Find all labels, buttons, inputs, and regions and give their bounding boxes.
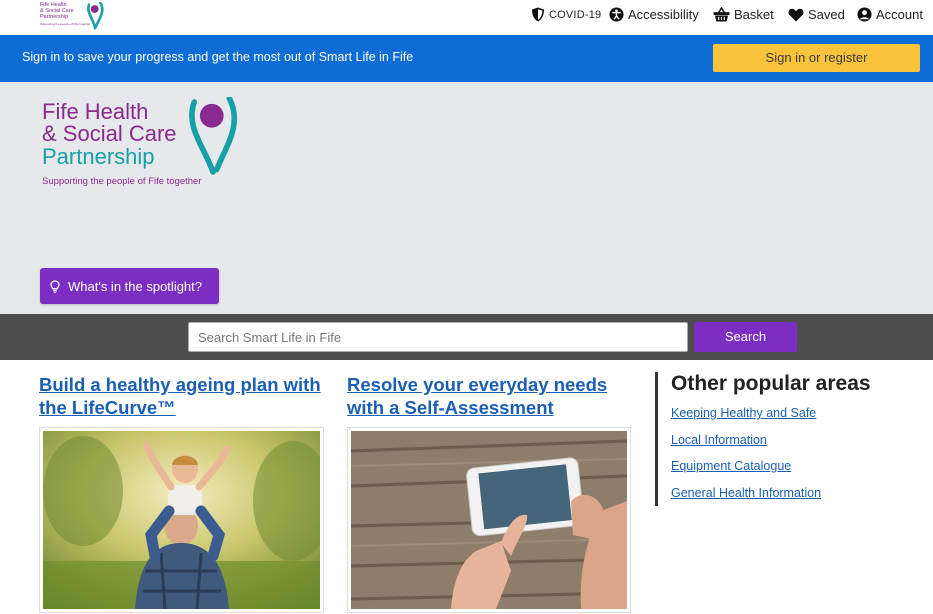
search-input[interactable] xyxy=(188,322,688,352)
hero-banner: Fife Health & Social Care Partnership Su… xyxy=(0,82,933,314)
popular-areas: Other popular areas Keeping Healthy and … xyxy=(655,372,925,506)
lifecurve-image[interactable] xyxy=(39,427,324,613)
search-bar: Search xyxy=(0,314,933,360)
popular-link-keeping-healthy[interactable]: Keeping Healthy and Safe xyxy=(671,406,816,420)
signin-register-button[interactable]: Sign in or register xyxy=(713,44,920,72)
popular-link-general-health[interactable]: General Health Information xyxy=(671,486,821,500)
spotlight-button[interactable]: What's in the spotlight? xyxy=(40,268,219,304)
accessibility-icon xyxy=(609,7,624,22)
popular-areas-list: Keeping Healthy and Safe Local Informati… xyxy=(671,406,925,512)
popular-areas-heading: Other popular areas xyxy=(671,372,871,395)
hero-logo: Fife Health & Social Care Partnership Su… xyxy=(42,97,262,201)
list-item: General Health Information xyxy=(671,486,925,513)
logo-tagline: Supporting the people of Fife together xyxy=(40,22,91,26)
basket-link[interactable]: Basket xyxy=(713,7,774,22)
list-item: Keeping Healthy and Safe xyxy=(671,406,925,433)
partnership-logo-icon xyxy=(189,97,238,175)
account-link[interactable]: Account xyxy=(857,7,923,22)
saved-link[interactable]: Saved xyxy=(788,7,845,22)
covid-link[interactable]: COVID-19 xyxy=(531,7,601,22)
heart-icon xyxy=(788,8,804,21)
smartphone-hands-photo xyxy=(351,431,627,609)
basket-link-label: Basket xyxy=(734,7,774,22)
search-button[interactable]: Search xyxy=(694,322,797,352)
self-assessment-image[interactable] xyxy=(347,427,631,613)
partnership-logo-icon xyxy=(87,2,104,30)
list-item: Equipment Catalogue xyxy=(671,459,925,486)
user-circle-icon xyxy=(857,7,872,22)
self-assessment-card: Resolve your everyday needs with a Self-… xyxy=(347,373,632,613)
saved-link-label: Saved xyxy=(808,7,845,22)
hero-logo-line-1: Fife Health xyxy=(42,99,149,124)
lightbulb-icon xyxy=(50,279,60,293)
basket-icon xyxy=(713,7,730,22)
self-assessment-card-title: Resolve your everyday needs with a Self-… xyxy=(347,373,632,419)
hero-logo-tagline: Supporting the people of Fife together xyxy=(42,176,202,187)
lifecurve-card-title: Build a healthy ageing plan with the Lif… xyxy=(39,373,324,419)
grandfather-child-photo xyxy=(43,431,320,609)
signin-banner: Sign in to save your progress and get th… xyxy=(0,35,933,82)
accessibility-link-label: Accessibility xyxy=(628,7,699,22)
lifecurve-link[interactable]: Build a healthy ageing plan with the Lif… xyxy=(39,374,321,418)
site-logo[interactable]: Fife Health & Social Care Partnership Su… xyxy=(40,2,106,34)
shield-icon xyxy=(532,7,544,22)
hero-logo-line-2: & Social Care xyxy=(42,121,177,146)
logo-line-3: Partnership xyxy=(40,14,69,20)
spotlight-button-label: What's in the spotlight? xyxy=(68,278,202,294)
popular-link-equipment-catalogue[interactable]: Equipment Catalogue xyxy=(671,459,791,473)
popular-link-local-information[interactable]: Local Information xyxy=(671,433,767,447)
list-item: Local Information xyxy=(671,433,925,460)
accessibility-link[interactable]: Accessibility xyxy=(609,7,699,22)
hero-logo-line-3: Partnership xyxy=(42,144,155,169)
self-assessment-link[interactable]: Resolve your everyday needs with a Self-… xyxy=(347,374,607,418)
account-link-label: Account xyxy=(876,7,923,22)
lifecurve-card: Build a healthy ageing plan with the Lif… xyxy=(39,373,324,613)
top-utility-bar: Fife Health & Social Care Partnership Su… xyxy=(0,0,933,35)
covid-link-label: COVID-19 xyxy=(549,8,602,21)
signin-message: Sign in to save your progress and get th… xyxy=(22,50,414,64)
